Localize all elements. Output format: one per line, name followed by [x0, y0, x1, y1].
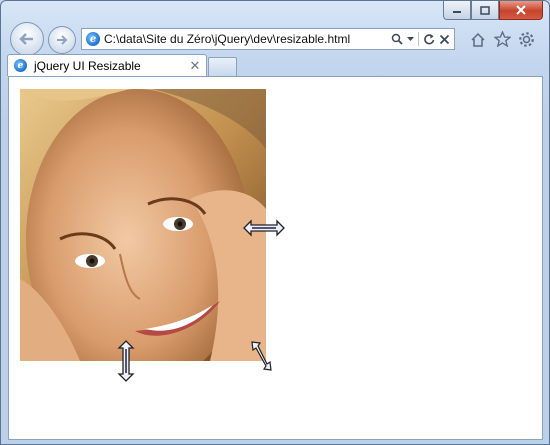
back-icon [19, 33, 33, 45]
tools-gear-icon [518, 31, 534, 47]
refresh-icon[interactable] [423, 33, 435, 45]
east-resize-cursor[interactable] [242, 219, 286, 237]
search-icon[interactable] [391, 33, 403, 45]
address-tools [391, 32, 454, 46]
home-icon [471, 32, 485, 47]
dropdown-icon[interactable] [407, 36, 414, 42]
forward-button[interactable] [48, 26, 76, 54]
new-tab-button[interactable] [208, 57, 237, 76]
close-icon [516, 5, 526, 15]
browser-window: e C:\data\Site du Zéro\jQuery\dev\resiza… [0, 0, 550, 445]
tools-button[interactable] [517, 30, 535, 48]
resizable-image[interactable] [20, 89, 266, 361]
back-button[interactable] [10, 22, 44, 56]
tab-jquery-ui-resizable[interactable]: e jQuery UI Resizable ✕ [7, 54, 207, 76]
address-bar[interactable]: e C:\data\Site du Zéro\jQuery\dev\resiza… [81, 28, 455, 50]
favorites-star-icon [493, 31, 511, 47]
tab-close-icon[interactable]: ✕ [188, 58, 202, 74]
tab-title: jQuery UI Resizable [34, 58, 141, 73]
minimize-button[interactable] [443, 1, 471, 20]
ie-tab-icon: e [14, 59, 27, 72]
stop-icon[interactable] [439, 34, 450, 45]
portrait-photo [20, 89, 266, 361]
south-resize-cursor[interactable] [117, 339, 135, 383]
page-content [8, 76, 543, 440]
maximize-button[interactable] [471, 1, 499, 20]
close-button[interactable] [499, 1, 543, 20]
minimize-icon [453, 11, 461, 13]
maximize-icon [480, 5, 490, 15]
ie-page-icon: e [86, 32, 100, 46]
divider [418, 32, 419, 46]
favorites-button[interactable] [493, 30, 511, 48]
home-button[interactable] [469, 30, 487, 48]
caption-buttons [443, 1, 543, 20]
southeast-resize-cursor[interactable] [249, 339, 275, 373]
address-url[interactable]: C:\data\Site du Zéro\jQuery\dev\resizabl… [104, 32, 391, 46]
forward-icon [57, 35, 68, 45]
